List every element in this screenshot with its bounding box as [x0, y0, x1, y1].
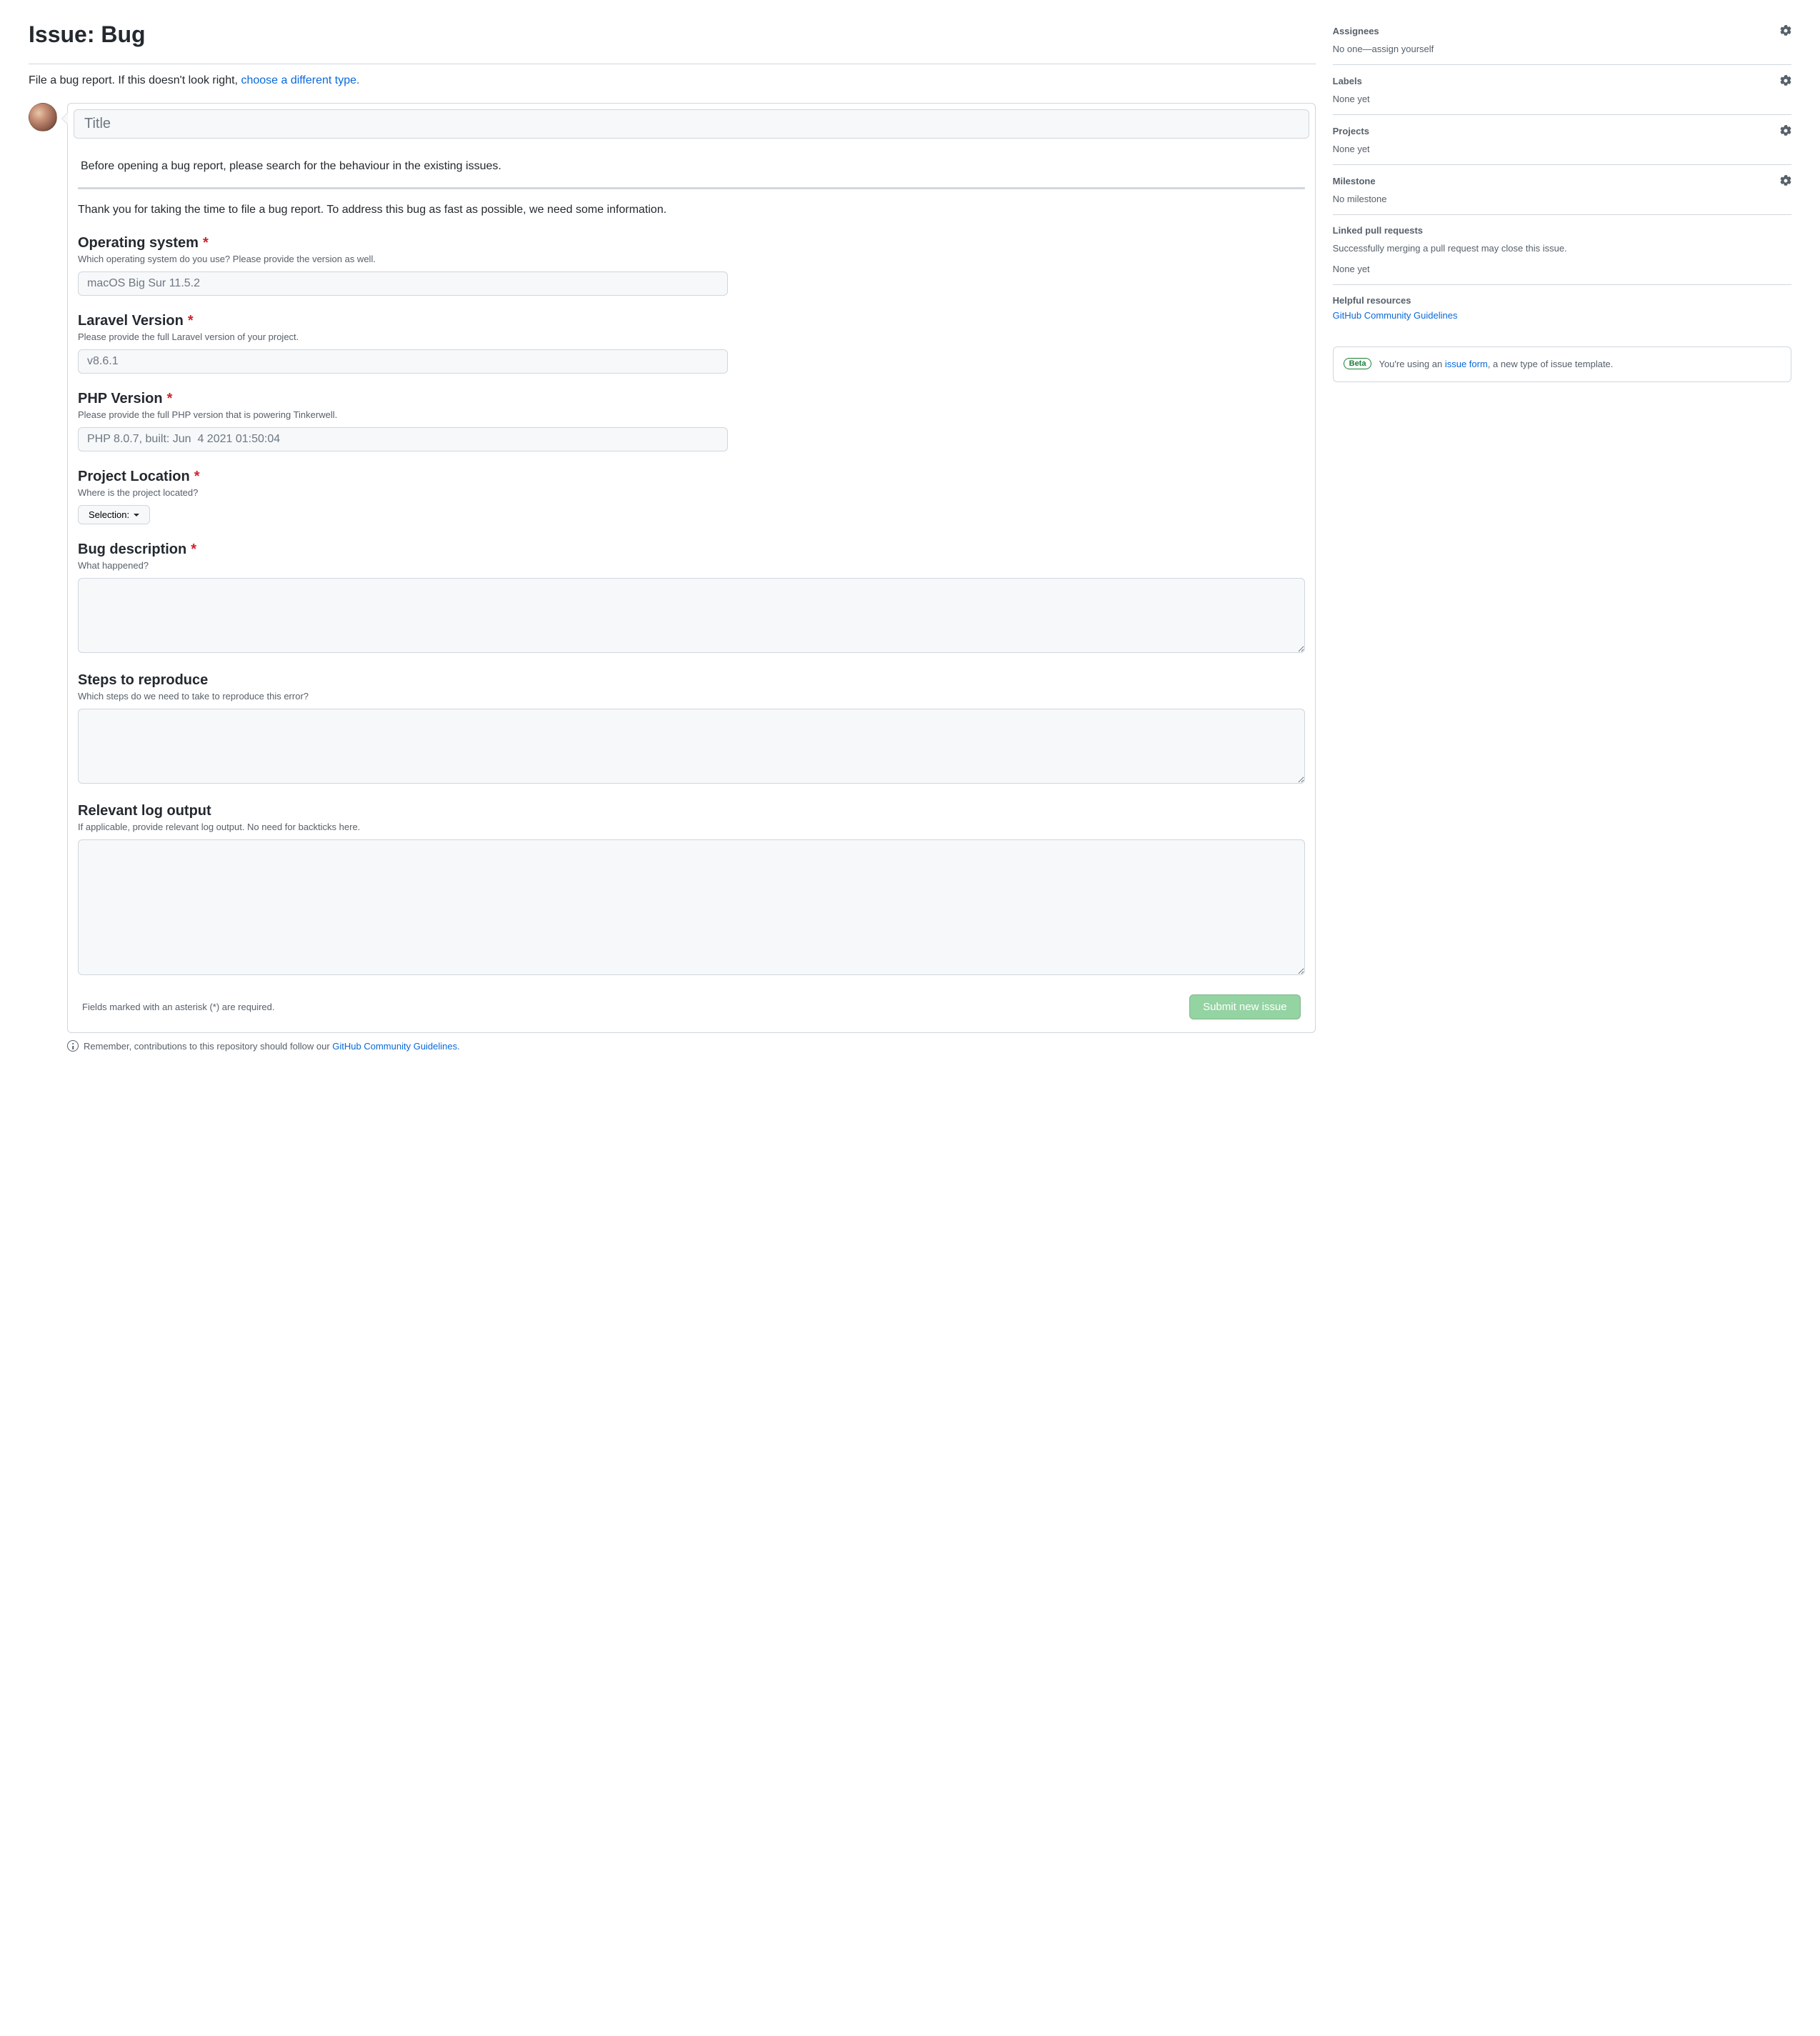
sidebar-labels: Labels None yet	[1333, 65, 1791, 115]
field-php: PHP Version* Please provide the full PHP…	[78, 391, 1305, 451]
field-bug-label: Bug description	[78, 542, 186, 558]
field-os-label: Operating system	[78, 235, 199, 251]
page-header: Issue: Bug	[29, 21, 1316, 64]
submit-button[interactable]: Submit new issue	[1189, 994, 1301, 1019]
guidelines-link[interactable]: GitHub Community Guidelines.	[332, 1041, 459, 1052]
required-mark: *	[203, 235, 209, 251]
page-title: Issue: Bug	[29, 21, 1316, 48]
choose-type-link[interactable]: choose a different type.	[241, 74, 359, 86]
location-select[interactable]: Selection:	[78, 505, 150, 524]
field-location-label: Project Location	[78, 469, 190, 485]
field-log-desc: If applicable, provide relevant log outp…	[78, 822, 1305, 832]
assignees-title: Assignees	[1333, 26, 1379, 36]
bug-textarea[interactable]	[78, 578, 1305, 653]
field-steps-label: Steps to reproduce	[78, 672, 208, 689]
sidebar-help: Helpful resources GitHub Community Guide…	[1333, 285, 1791, 331]
field-os: Operating system* Which operating system…	[78, 235, 1305, 296]
sidebar-milestone: Milestone No milestone	[1333, 165, 1791, 215]
projects-title: Projects	[1333, 126, 1369, 136]
required-mark: *	[188, 313, 194, 329]
location-select-label: Selection:	[89, 509, 129, 520]
linked-body: None yet	[1333, 264, 1791, 274]
page-subtitle: File a bug report. If this doesn't look …	[29, 74, 1316, 87]
preface-text: Before opening a bug report, please sear…	[81, 160, 1302, 173]
help-title: Helpful resources	[1333, 295, 1411, 306]
beta-badge: Beta	[1344, 358, 1372, 369]
field-php-label: PHP Version	[78, 391, 163, 407]
gear-icon[interactable]	[1780, 125, 1791, 136]
info-icon	[67, 1040, 79, 1052]
field-os-desc: Which operating system do you use? Pleas…	[78, 254, 1305, 264]
gear-icon[interactable]	[1780, 75, 1791, 86]
gear-icon[interactable]	[1780, 25, 1791, 36]
linked-title: Linked pull requests	[1333, 225, 1423, 236]
issue-form: Before opening a bug report, please sear…	[67, 103, 1316, 1033]
avatar[interactable]	[29, 103, 57, 131]
sidebar-linked: Linked pull requests Successfully mergin…	[1333, 215, 1791, 285]
help-link[interactable]: GitHub Community Guidelines	[1333, 310, 1458, 321]
contrib-footer: Remember, contributions to this reposito…	[29, 1040, 1316, 1052]
issue-form-link[interactable]: issue form	[1445, 359, 1488, 369]
thanks-text: Thank you for taking the time to file a …	[78, 204, 1305, 216]
linked-desc: Successfully merging a pull request may …	[1333, 243, 1791, 254]
title-input[interactable]	[74, 109, 1309, 139]
assignees-body[interactable]: No one—assign yourself	[1333, 44, 1791, 54]
log-textarea[interactable]	[78, 839, 1305, 975]
field-laravel-desc: Please provide the full Laravel version …	[78, 331, 1305, 342]
field-bug-desc: What happened?	[78, 560, 1305, 571]
steps-textarea[interactable]	[78, 709, 1305, 784]
laravel-input[interactable]	[78, 349, 728, 374]
field-bug: Bug description * What happened?	[78, 542, 1305, 655]
required-mark: *	[194, 469, 200, 485]
milestone-body: No milestone	[1333, 194, 1791, 204]
field-steps: Steps to reproduce Which steps do we nee…	[78, 672, 1305, 786]
chevron-down-icon	[134, 514, 139, 517]
required-mark: *	[167, 391, 173, 407]
divider	[78, 187, 1305, 189]
info-box: Beta You're using an issue form, a new t…	[1333, 346, 1791, 382]
sidebar-assignees: Assignees No one—assign yourself	[1333, 25, 1791, 65]
os-input[interactable]	[78, 271, 728, 296]
sidebar: Assignees No one—assign yourself Labels …	[1333, 21, 1791, 1052]
php-input[interactable]	[78, 427, 728, 451]
sidebar-projects: Projects None yet	[1333, 115, 1791, 165]
field-log-label: Relevant log output	[78, 803, 211, 819]
field-location-desc: Where is the project located?	[78, 487, 1305, 498]
field-laravel: Laravel Version* Please provide the full…	[78, 313, 1305, 374]
labels-title: Labels	[1333, 76, 1362, 86]
labels-body: None yet	[1333, 94, 1791, 104]
milestone-title: Milestone	[1333, 176, 1376, 186]
field-php-desc: Please provide the full PHP version that…	[78, 409, 1305, 420]
required-mark: *	[191, 542, 196, 558]
field-steps-desc: Which steps do we need to take to reprod…	[78, 691, 1305, 702]
gear-icon[interactable]	[1780, 175, 1791, 186]
field-log: Relevant log output If applicable, provi…	[78, 803, 1305, 977]
field-location: Project Location* Where is the project l…	[78, 469, 1305, 524]
projects-body: None yet	[1333, 144, 1791, 154]
required-note: Fields marked with an asterisk (*) are r…	[82, 1002, 275, 1012]
field-laravel-label: Laravel Version	[78, 313, 184, 329]
